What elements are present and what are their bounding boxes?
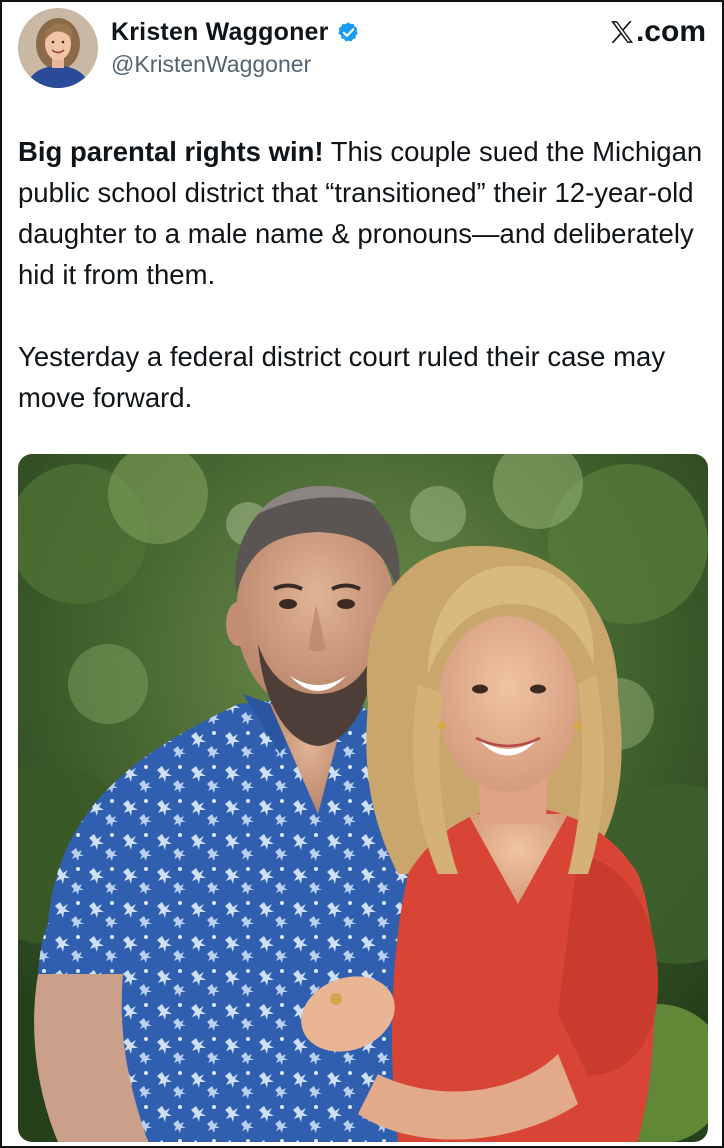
avatar[interactable] xyxy=(18,8,98,88)
author-info: Kristen Waggoner @KristenWaggoner xyxy=(111,17,360,78)
tweet-paragraph-1: Big parental rights win! This couple sue… xyxy=(18,131,708,295)
x-com-brand[interactable]: .com xyxy=(609,15,706,49)
author-handle[interactable]: @KristenWaggoner xyxy=(111,51,360,78)
x-logo-icon xyxy=(609,19,635,45)
tweet-paragraph-2: Yesterday a federal district court ruled… xyxy=(18,341,666,413)
tweet-card: Kristen Waggoner @KristenWaggoner .com B… xyxy=(0,0,724,1148)
name-row: Kristen Waggoner xyxy=(111,17,360,47)
verified-badge-icon xyxy=(337,21,360,44)
avatar-image xyxy=(18,8,98,88)
tweet-text: Big parental rights win! This couple sue… xyxy=(18,131,708,418)
tweet-photo[interactable] xyxy=(18,454,708,1142)
author-display-name[interactable]: Kristen Waggoner xyxy=(111,18,329,47)
x-com-label: .com xyxy=(635,15,706,48)
couple-photo xyxy=(18,454,708,1142)
tweet-header: Kristen Waggoner @KristenWaggoner .com xyxy=(18,8,708,92)
tweet-bold-lead: Big parental rights win! xyxy=(18,136,324,167)
